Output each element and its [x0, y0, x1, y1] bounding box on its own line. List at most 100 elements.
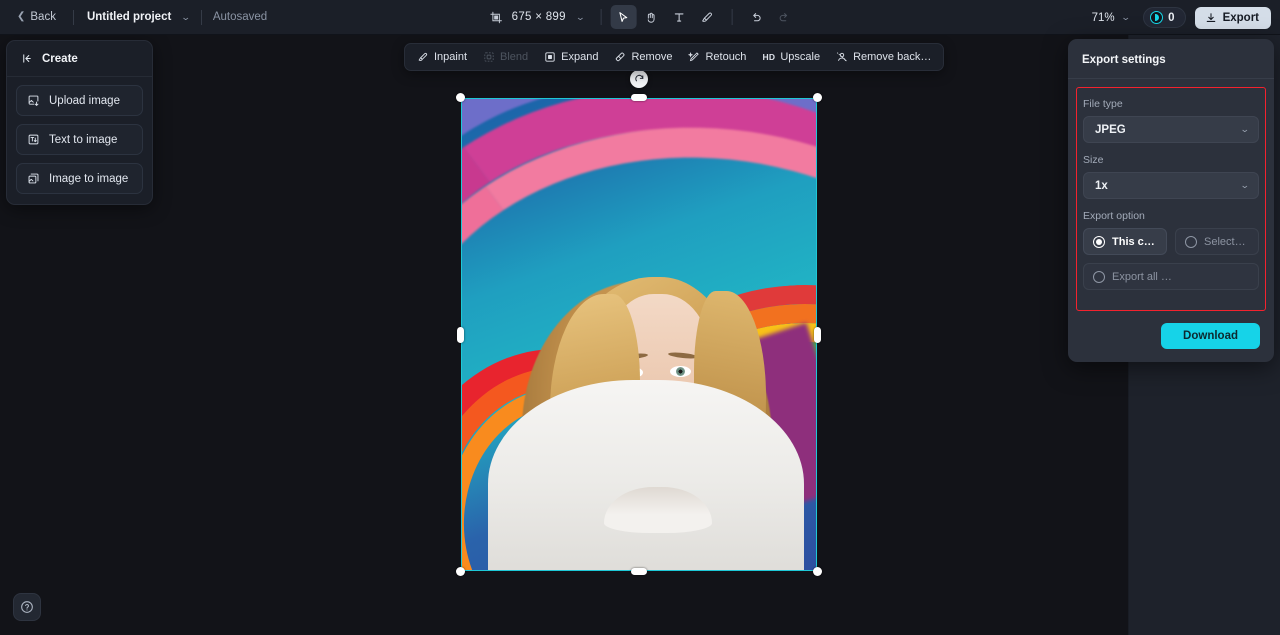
download-button-label: Download — [1183, 330, 1238, 342]
top-bar-center: 675 × 899 ⌄ — [483, 0, 798, 35]
credit-coin-icon — [1150, 11, 1164, 24]
export-option-this-canvas[interactable]: This canvas — [1083, 228, 1167, 255]
chevron-down-icon[interactable]: ⌄ — [181, 12, 191, 23]
resize-handle-bottom-right[interactable] — [813, 567, 822, 576]
chevron-left-icon: ❮ — [17, 11, 26, 22]
divider — [200, 9, 202, 25]
export-option-label: Export option — [1083, 210, 1145, 222]
download-button[interactable]: Download — [1161, 323, 1260, 349]
crop-size-icon — [490, 11, 503, 24]
image-to-image-label: Image to image — [49, 172, 129, 185]
top-bar-right: 71% ⌄ 0 Export — [1087, 0, 1271, 35]
zoom-control[interactable]: 71% ⌄ — [1087, 9, 1135, 27]
expand-icon — [544, 51, 556, 63]
canvas-dimensions: 675 × 899 — [511, 11, 566, 23]
upload-image-label: Upload image — [49, 94, 120, 107]
text-to-image-icon — [27, 133, 40, 146]
size-label: Size — [1083, 154, 1104, 166]
inpaint-button[interactable]: Inpaint — [410, 47, 474, 67]
rotate-handle[interactable] — [630, 70, 648, 88]
resize-handle-right[interactable] — [814, 327, 821, 343]
zoom-level: 71% — [1091, 11, 1115, 24]
file-type-label: File type — [1083, 98, 1123, 110]
export-button[interactable]: Export — [1194, 6, 1271, 29]
hd-icon: HD — [762, 52, 776, 62]
create-panel-title: Create — [42, 52, 78, 65]
chevron-down-icon[interactable]: ⌄ — [575, 12, 585, 23]
hand-tool[interactable] — [638, 5, 664, 29]
retouch-icon — [688, 51, 700, 63]
remove-button[interactable]: Remove — [607, 47, 679, 67]
export-option-export-all[interactable]: Export all … — [1083, 263, 1259, 290]
brush-tool[interactable] — [694, 5, 720, 29]
chevron-down-icon: ⌄ — [1240, 180, 1251, 190]
retouch-label: Retouch — [705, 51, 747, 63]
inpaint-icon — [417, 51, 429, 63]
remove-icon — [614, 51, 626, 63]
radio-icon — [1093, 270, 1105, 283]
export-option-selected-layers[interactable]: Selected l… — [1175, 228, 1259, 255]
credits-badge[interactable]: 0 — [1143, 7, 1186, 28]
export-settings-header: Export settings — [1068, 39, 1274, 79]
export-settings-panel: Export settings File type JPEG ⌄ Size 1x… — [1068, 39, 1274, 362]
canvas-artwork[interactable] — [461, 98, 817, 571]
text-to-image-button[interactable]: Text to image — [16, 124, 143, 155]
text-tool[interactable] — [666, 5, 692, 29]
top-bar: ❮ Back Untitled project ⌄ Autosaved 675 … — [0, 0, 1280, 35]
size-value: 1x — [1095, 179, 1108, 192]
export-option-selected-layers-label: Selected l… — [1204, 235, 1249, 248]
artwork-eye-right — [670, 366, 691, 377]
redo-tool[interactable] — [771, 5, 797, 29]
artwork-image — [462, 99, 816, 570]
inpaint-label: Inpaint — [434, 51, 468, 63]
blend-button[interactable]: Blend — [476, 47, 535, 67]
tool-group — [610, 5, 797, 29]
project-name[interactable]: Untitled project — [85, 8, 173, 26]
export-settings-form: File type JPEG ⌄ Size 1x ⌄ Export option… — [1076, 87, 1266, 311]
collapse-panel-icon[interactable] — [21, 52, 34, 65]
expand-button[interactable]: Expand — [537, 47, 605, 67]
expand-label: Expand — [561, 51, 599, 63]
image-selection[interactable] — [456, 70, 822, 576]
download-row: Download — [1068, 311, 1274, 349]
resize-handle-top-right[interactable] — [813, 93, 822, 102]
canvas-size-control[interactable]: 675 × 899 ⌄ — [483, 8, 592, 27]
remove-background-label: Remove back… — [853, 51, 932, 63]
credits-count: 0 — [1168, 11, 1175, 24]
image-edit-toolbar: Inpaint Blend Expand Remove Retouch HD U… — [404, 43, 945, 71]
size-select[interactable]: 1x ⌄ — [1083, 172, 1259, 199]
blend-icon — [483, 51, 495, 63]
select-tool[interactable] — [610, 5, 637, 29]
export-settings-title: Export settings — [1082, 54, 1166, 66]
blend-label: Blend — [500, 51, 529, 63]
chevron-down-icon: ⌄ — [1240, 124, 1251, 134]
radio-icon — [1093, 235, 1105, 248]
create-panel: Create Upload image Text to image Image … — [6, 40, 153, 205]
resize-handle-bottom-left[interactable] — [456, 567, 465, 576]
text-to-image-label: Text to image — [49, 133, 118, 146]
remove-background-button[interactable]: Remove back… — [829, 47, 938, 67]
help-button[interactable] — [13, 593, 41, 621]
resize-handle-left[interactable] — [457, 327, 464, 343]
back-button[interactable]: ❮ Back — [11, 7, 62, 27]
artwork-shirt — [488, 380, 804, 570]
canvas-area[interactable]: Inpaint Blend Expand Remove Retouch HD U… — [0, 35, 1128, 635]
resize-handle-top-left[interactable] — [456, 93, 465, 102]
file-type-select[interactable]: JPEG ⌄ — [1083, 116, 1259, 143]
export-option-this-canvas-label: This canvas — [1112, 235, 1157, 248]
upscale-button[interactable]: HD Upscale — [755, 47, 827, 67]
resize-handle-bottom[interactable] — [631, 568, 647, 575]
chevron-down-icon[interactable]: ⌄ — [1120, 12, 1130, 23]
upload-image-button[interactable]: Upload image — [16, 85, 143, 116]
download-icon — [1205, 12, 1217, 24]
export-option-row-1: This canvas Selected l… — [1083, 228, 1259, 255]
resize-handle-top[interactable] — [631, 94, 647, 101]
remove-label: Remove — [631, 51, 673, 63]
create-panel-header[interactable]: Create — [7, 41, 152, 77]
file-type-value: JPEG — [1095, 123, 1126, 136]
radio-icon — [1185, 235, 1197, 248]
undo-tool[interactable] — [743, 5, 769, 29]
image-to-image-button[interactable]: Image to image — [16, 163, 143, 194]
app-root: ❮ Back Untitled project ⌄ Autosaved 675 … — [0, 0, 1280, 635]
retouch-button[interactable]: Retouch — [681, 47, 753, 67]
